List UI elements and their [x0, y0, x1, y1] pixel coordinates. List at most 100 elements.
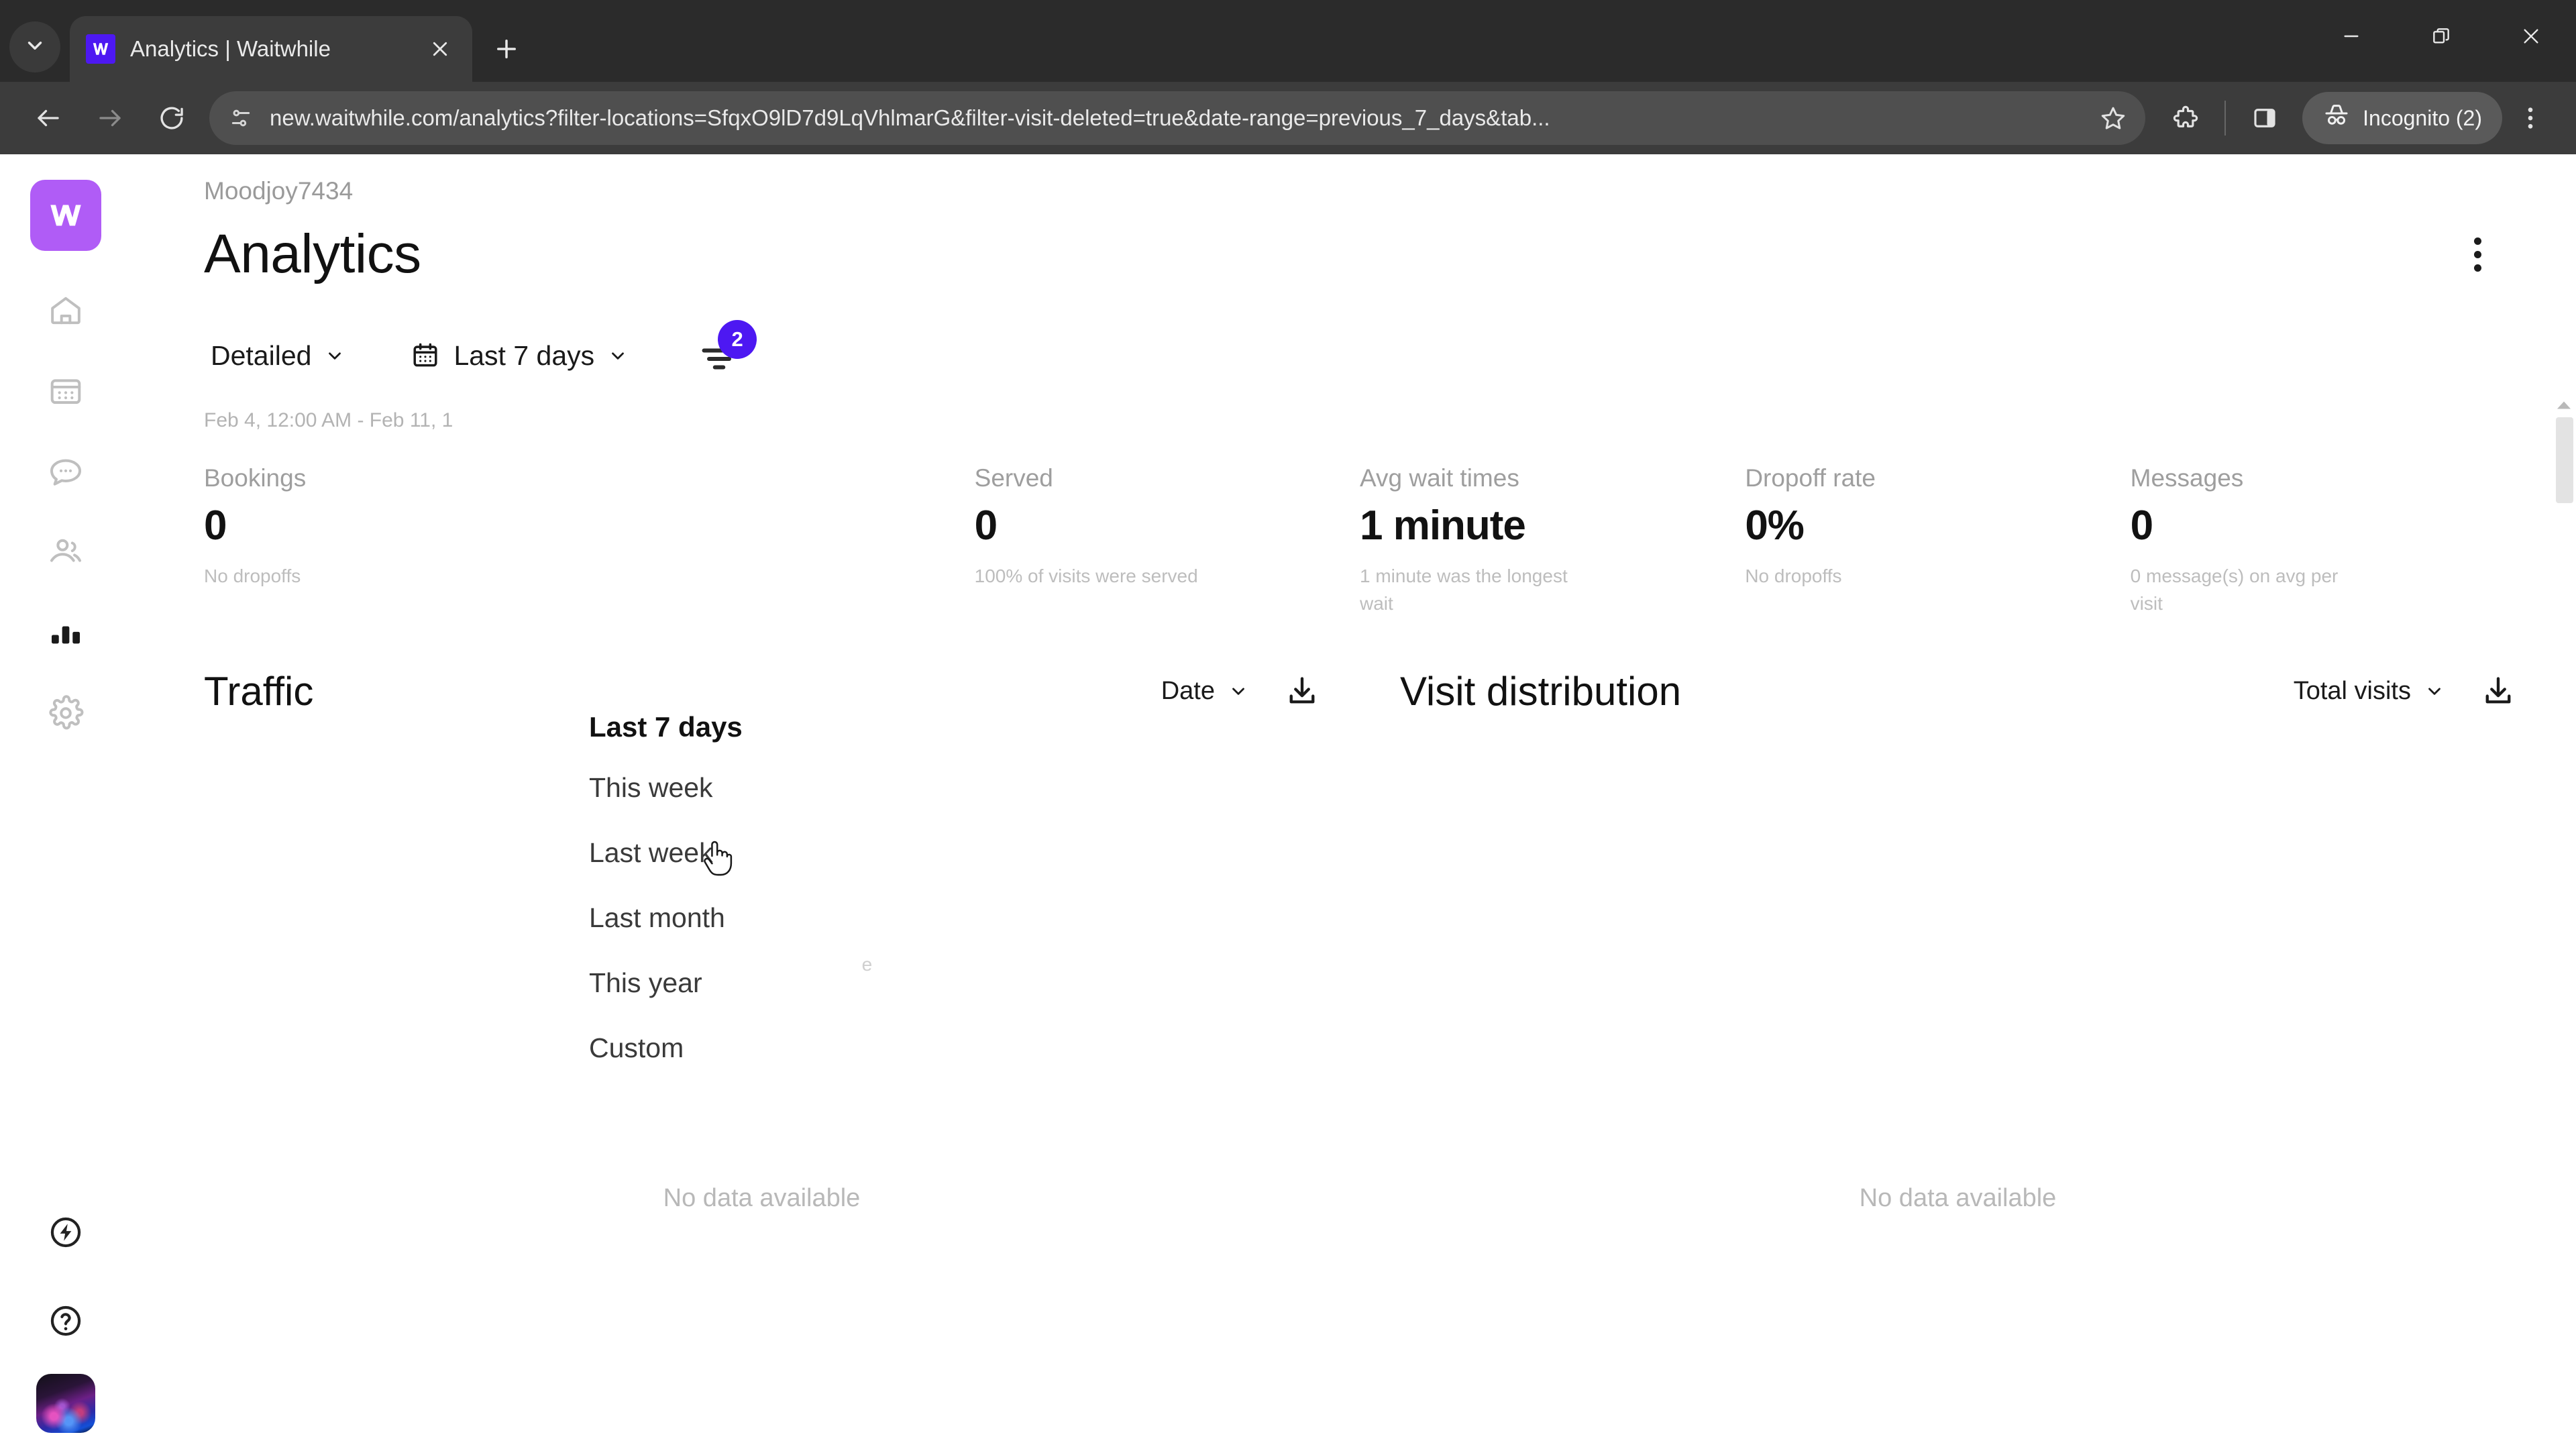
app-sidebar	[0, 154, 131, 1449]
chevron-down-icon	[23, 34, 46, 60]
sidebar-item-customers[interactable]	[30, 517, 101, 588]
panel-title: Visit distribution	[1400, 668, 1682, 714]
stat-card-row: Bookings 0 No dropoffs Served 0 100% of …	[204, 464, 2576, 617]
page-overflow-menu-icon[interactable]	[2453, 229, 2502, 279]
panel-header: Visit distribution Total visits	[1400, 659, 2516, 723]
stat-label: Messages	[2130, 464, 2244, 492]
url-text[interactable]: new.waitwhile.com/analytics?filter-locat…	[270, 105, 2081, 131]
scrollbar-thumb[interactable]	[2556, 417, 2573, 503]
stat-label: Dropoff rate	[1745, 464, 1876, 492]
stat-sub: No dropoffs	[1745, 566, 1842, 586]
analytics-panels: Traffic Date No data available Visit dis…	[204, 659, 2576, 1220]
download-icon[interactable]	[1285, 674, 1320, 708]
traffic-group-by-label: Date	[1161, 676, 1215, 705]
empty-text: No data available	[663, 1184, 861, 1213]
close-icon[interactable]	[424, 33, 456, 65]
sidebar-item-settings[interactable]	[30, 678, 101, 749]
chevron-down-icon	[325, 345, 345, 366]
dropdown-item-this-week[interactable]: This week	[566, 755, 861, 820]
main-content: Moodjoy7434 Analytics Detailed Last 7 da…	[131, 154, 2576, 1449]
filter-button[interactable]: 2	[699, 320, 757, 384]
new-tab-button[interactable]	[483, 25, 530, 72]
stat-label: Served	[974, 464, 1053, 492]
chevron-down-icon	[608, 345, 628, 366]
question-circle-icon[interactable]	[30, 1285, 101, 1356]
stat-value: 0%	[1745, 502, 1805, 549]
dropdown-item-last-month[interactable]: Last month	[566, 885, 861, 951]
page-viewport: Moodjoy7434 Analytics Detailed Last 7 da…	[0, 154, 2576, 1449]
scroll-up-arrow-icon[interactable]	[2552, 396, 2576, 415]
calendar-icon	[411, 341, 440, 370]
org-name: Moodjoy7434	[204, 177, 354, 205]
waitwhile-logo-icon	[86, 34, 115, 64]
stat-label: Bookings	[204, 464, 307, 492]
analytics-toolbar: Detailed Last 7 days 2	[204, 320, 2576, 384]
dropdown-item-this-year[interactable]: This year	[566, 951, 861, 1016]
date-range-label: Last 7 days	[453, 339, 595, 371]
date-range-dropdown: Last 7 days This week Last week Last mon…	[566, 691, 861, 1099]
panel-actions: Date	[1161, 674, 1320, 708]
extensions-puzzle-icon[interactable]	[2157, 90, 2214, 146]
forward-arrow-icon[interactable]	[79, 87, 141, 149]
stat-value: 0	[974, 502, 998, 549]
avatar[interactable]	[36, 1374, 95, 1433]
incognito-label: Incognito (2)	[2363, 105, 2482, 130]
star-icon[interactable]	[2096, 101, 2131, 136]
stat-card-occluded: Served 0 100% of visits were served	[589, 464, 974, 617]
tab-search-button[interactable]	[9, 21, 60, 72]
stat-value: 1 minute	[1359, 502, 1526, 549]
sidebar-item-schedule[interactable]	[30, 356, 101, 427]
distribution-metric-select[interactable]: Total visits	[2294, 677, 2445, 706]
page-scrollbar[interactable]	[2552, 154, 2576, 1449]
stat-value: 0	[2130, 502, 2153, 549]
waitwhile-m-logo-icon[interactable]	[30, 180, 101, 251]
sidebar-item-home[interactable]	[30, 275, 101, 346]
stat-card-dropoff-rate: Dropoff rate 0% No dropoffs	[1745, 464, 2130, 617]
browser-toolbar: new.waitwhile.com/analytics?filter-locat…	[0, 82, 2576, 154]
sidebar-nav	[30, 275, 101, 749]
side-panel-icon[interactable]	[2237, 90, 2293, 146]
stat-label: Avg wait times	[1359, 464, 1519, 492]
stat-card-messages: Messages 0 0 message(s) on avg per visit	[2131, 464, 2516, 617]
filter-badge-count: 2	[718, 320, 757, 359]
browser-tab[interactable]: Analytics | Waitwhile	[70, 16, 472, 82]
traffic-group-by-select[interactable]: Date	[1161, 677, 1248, 706]
distribution-metric-label: Total visits	[2293, 676, 2411, 705]
panel-visit-distribution: Visit distribution Total visits No data …	[1400, 659, 2516, 1220]
download-icon[interactable]	[2481, 674, 2516, 708]
incognito-profile-button[interactable]: Incognito (2)	[2302, 92, 2502, 144]
browser-window: Analytics | Waitwhile new.waitwhile.com/…	[0, 0, 2576, 1449]
address-bar[interactable]: new.waitwhile.com/analytics?filter-locat…	[209, 91, 2146, 145]
chevron-down-icon	[2424, 681, 2445, 701]
stat-sub: 0 message(s) on avg per visit	[2130, 566, 2339, 614]
back-arrow-icon[interactable]	[17, 87, 79, 149]
date-range-select[interactable]: Last 7 days	[404, 335, 635, 377]
minimize-icon[interactable]	[2306, 0, 2396, 72]
stat-card-served: Served 0 100% of visits were served	[975, 464, 1360, 617]
view-mode-select[interactable]: Detailed	[204, 335, 352, 377]
sidebar-item-messages[interactable]	[30, 436, 101, 507]
restore-icon[interactable]	[2396, 0, 2486, 72]
lightning-circle-icon[interactable]	[30, 1197, 101, 1268]
panel-title: Traffic	[204, 668, 314, 714]
incognito-icon	[2322, 101, 2351, 135]
three-dot-menu-icon[interactable]	[2502, 90, 2559, 146]
view-mode-label: Detailed	[211, 339, 312, 371]
sidebar-bottom-nav	[0, 1197, 131, 1433]
dropdown-item-last-week[interactable]: Last week	[566, 820, 861, 885]
reload-icon[interactable]	[141, 87, 203, 149]
page-settings-icon[interactable]	[227, 104, 255, 132]
sidebar-item-analytics[interactable]	[30, 597, 101, 668]
window-close-icon[interactable]	[2486, 0, 2576, 72]
stat-card-bookings: Bookings 0 No dropoffs	[204, 464, 589, 617]
dropdown-item-custom[interactable]: Custom	[566, 1016, 861, 1081]
dropdown-selected-header: Last 7 days	[589, 711, 743, 743]
tab-strip: Analytics | Waitwhile	[0, 0, 2576, 82]
page-header: Analytics	[204, 223, 2576, 286]
tab-title: Analytics | Waitwhile	[130, 36, 331, 61]
stat-sub: No dropoffs	[204, 566, 301, 586]
empty-text: No data available	[1859, 1184, 2057, 1213]
stat-sub: 100% of visits were served	[974, 566, 1198, 586]
stat-sub: 1 minute was the longest wait	[1359, 566, 1568, 614]
stat-value: 0	[204, 502, 227, 549]
